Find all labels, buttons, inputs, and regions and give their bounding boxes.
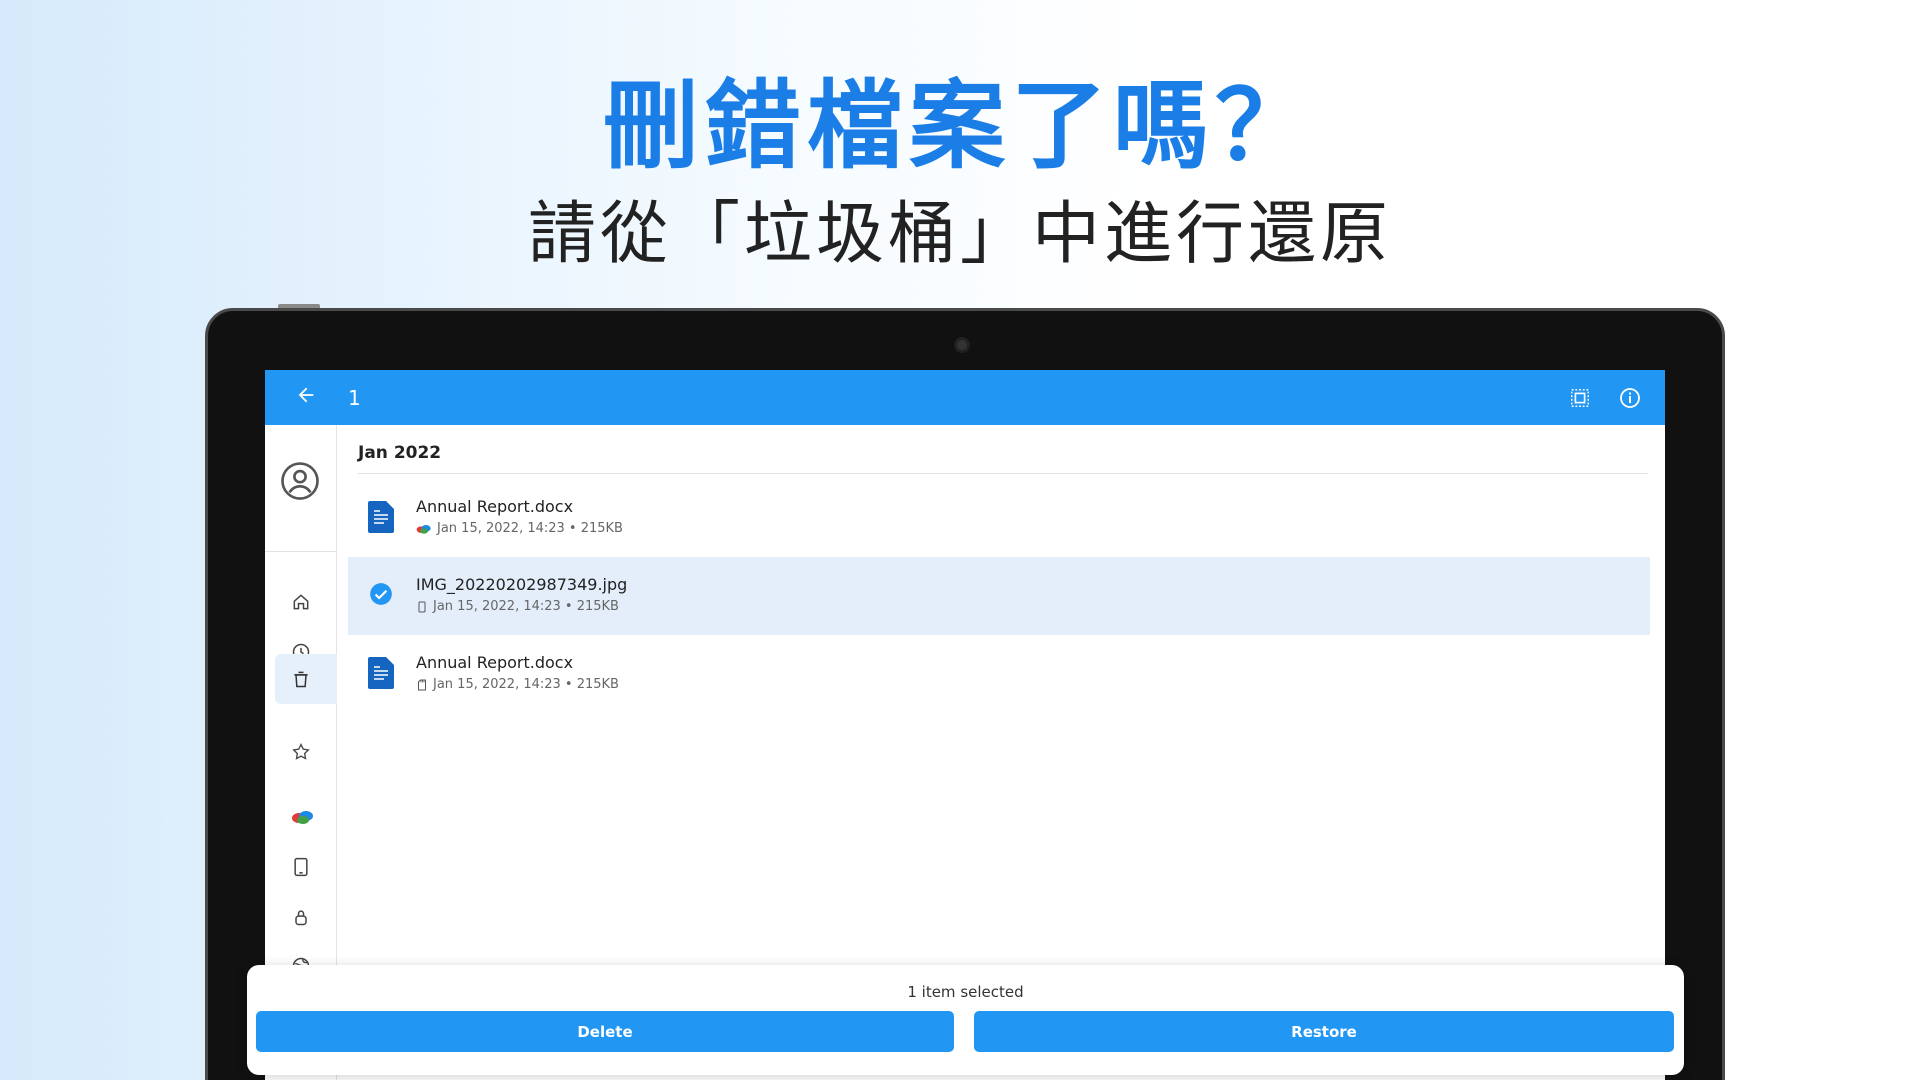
sidebar-item-trash[interactable] <box>275 654 337 704</box>
sidebar-item-device[interactable] <box>275 843 337 891</box>
sidebar-item-cloud[interactable] <box>275 793 337 841</box>
info-button[interactable] <box>1605 378 1655 418</box>
tablet-icon <box>294 857 308 877</box>
star-icon <box>292 742 310 760</box>
promo-subline: 請從「垃圾桶」中進行還原 <box>527 195 1392 274</box>
file-name: IMG_20220202987349.jpg <box>416 575 628 594</box>
file-meta: Jan 15, 2022, 14:23 • 215KB <box>416 521 623 536</box>
account-avatar[interactable] <box>279 460 321 506</box>
file-name: Annual Report.docx <box>416 653 574 672</box>
restore-button[interactable]: Restore <box>974 1011 1674 1052</box>
sidebar-divider <box>265 551 337 552</box>
file-meta-text: Jan 15, 2022, 14:23 • 215KB <box>437 521 623 536</box>
sidebar-item-home[interactable] <box>275 578 337 626</box>
file-name: Annual Report.docx <box>416 497 574 516</box>
back-button[interactable] <box>295 383 345 413</box>
selection-status: 1 item selected <box>907 983 1024 1001</box>
lock-icon <box>295 910 307 926</box>
file-meta-text: Jan 15, 2022, 14:23 • 215KB <box>433 677 619 692</box>
file-row[interactable]: IMG_20220202987349.jpg Jan 15, 2022, 14:… <box>348 557 1650 635</box>
home-icon <box>293 594 309 610</box>
account-icon <box>281 462 319 500</box>
tablet-camera <box>954 337 970 353</box>
delete-button[interactable]: Delete <box>256 1011 954 1052</box>
file-row[interactable]: Annual Report.docx Jan 15, 2022, 14:23 •… <box>348 479 1650 557</box>
promo-headline: 刪錯檔案了嗎？ <box>603 70 1317 182</box>
select-all-button[interactable] <box>1555 378 1605 418</box>
file-meta-text: Jan 15, 2022, 14:23 • 215KB <box>433 599 619 614</box>
trash-icon <box>294 671 308 688</box>
selection-action-panel: 1 item selected Delete Restore <box>247 965 1684 1075</box>
app-bar: 1 <box>265 370 1665 425</box>
arrow-back-icon <box>298 387 314 402</box>
check-circle-icon <box>368 581 394 611</box>
sidebar-item-secure[interactable] <box>275 893 337 941</box>
selected-count: 1 <box>348 385 361 410</box>
section-divider <box>358 473 1648 474</box>
document-icon <box>368 501 394 537</box>
info-icon <box>1620 387 1640 408</box>
file-meta: Jan 15, 2022, 14:23 • 215KB <box>416 677 619 692</box>
document-icon <box>368 657 394 693</box>
file-meta: Jan 15, 2022, 14:23 • 215KB <box>416 599 619 614</box>
sd-card-icon <box>418 679 426 690</box>
cloud-icon <box>416 524 431 534</box>
sidebar-item-favorites[interactable] <box>275 728 337 776</box>
cloud-icon <box>292 811 313 824</box>
file-row[interactable]: Annual Report.docx Jan 15, 2022, 14:23 •… <box>348 635 1650 713</box>
section-title: Jan 2022 <box>358 443 442 463</box>
select-all-icon <box>1571 388 1589 407</box>
phone-icon <box>418 601 426 612</box>
